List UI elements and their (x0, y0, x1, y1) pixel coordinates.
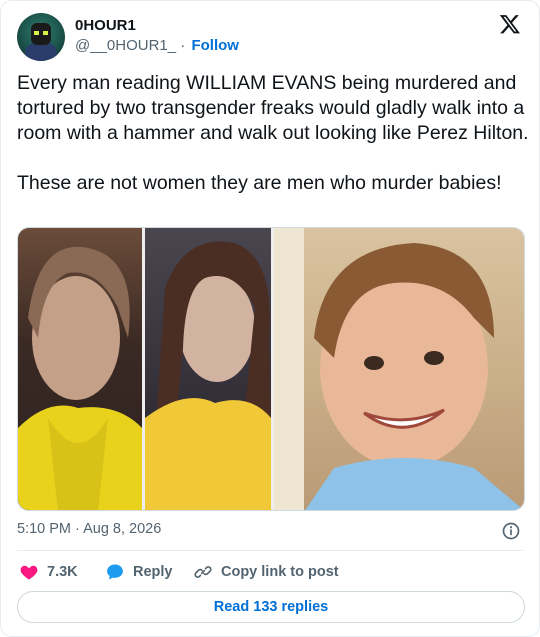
heart-icon (20, 565, 38, 580)
handle-separator: · (180, 37, 186, 54)
follow-link[interactable]: Follow (191, 37, 239, 54)
author-name[interactable]: 0HOUR1 (75, 17, 136, 34)
x-logo-icon[interactable] (499, 13, 521, 35)
author-handle[interactable]: @__0HOUR1_ (75, 37, 176, 54)
avatar[interactable] (17, 13, 65, 61)
author-handle-row: @__0HOUR1_ · Follow (75, 37, 239, 54)
copy-link-button[interactable]: Copy link to post (193, 561, 339, 583)
like-button[interactable]: 7.3K (19, 561, 78, 583)
post-timestamp[interactable]: 5:10 PM · Aug 8, 2026 (17, 521, 161, 537)
action-bar: 7.3K Reply Copy link to post (17, 561, 523, 583)
media-photo-3[interactable] (274, 228, 524, 510)
reply-label: Reply (133, 564, 173, 580)
media-photo-1[interactable] (18, 228, 142, 510)
post-header: 0HOUR1 @__0HOUR1_ · Follow (17, 13, 523, 61)
reply-button[interactable]: Reply (105, 561, 173, 583)
info-icon[interactable] (501, 521, 521, 541)
like-count: 7.3K (47, 564, 78, 580)
speech-bubble-icon (107, 564, 123, 580)
media-photo-2[interactable] (145, 228, 271, 510)
media-grid[interactable] (17, 227, 525, 511)
embedded-post-card: 0HOUR1 @__0HOUR1_ · Follow Every man rea… (0, 0, 540, 637)
read-replies-button[interactable]: Read 133 replies (17, 591, 525, 623)
divider (17, 550, 523, 551)
copy-link-label: Copy link to post (221, 564, 339, 580)
link-icon (194, 566, 212, 578)
post-text: Every man reading WILLIAM EVANS being mu… (17, 72, 529, 194)
